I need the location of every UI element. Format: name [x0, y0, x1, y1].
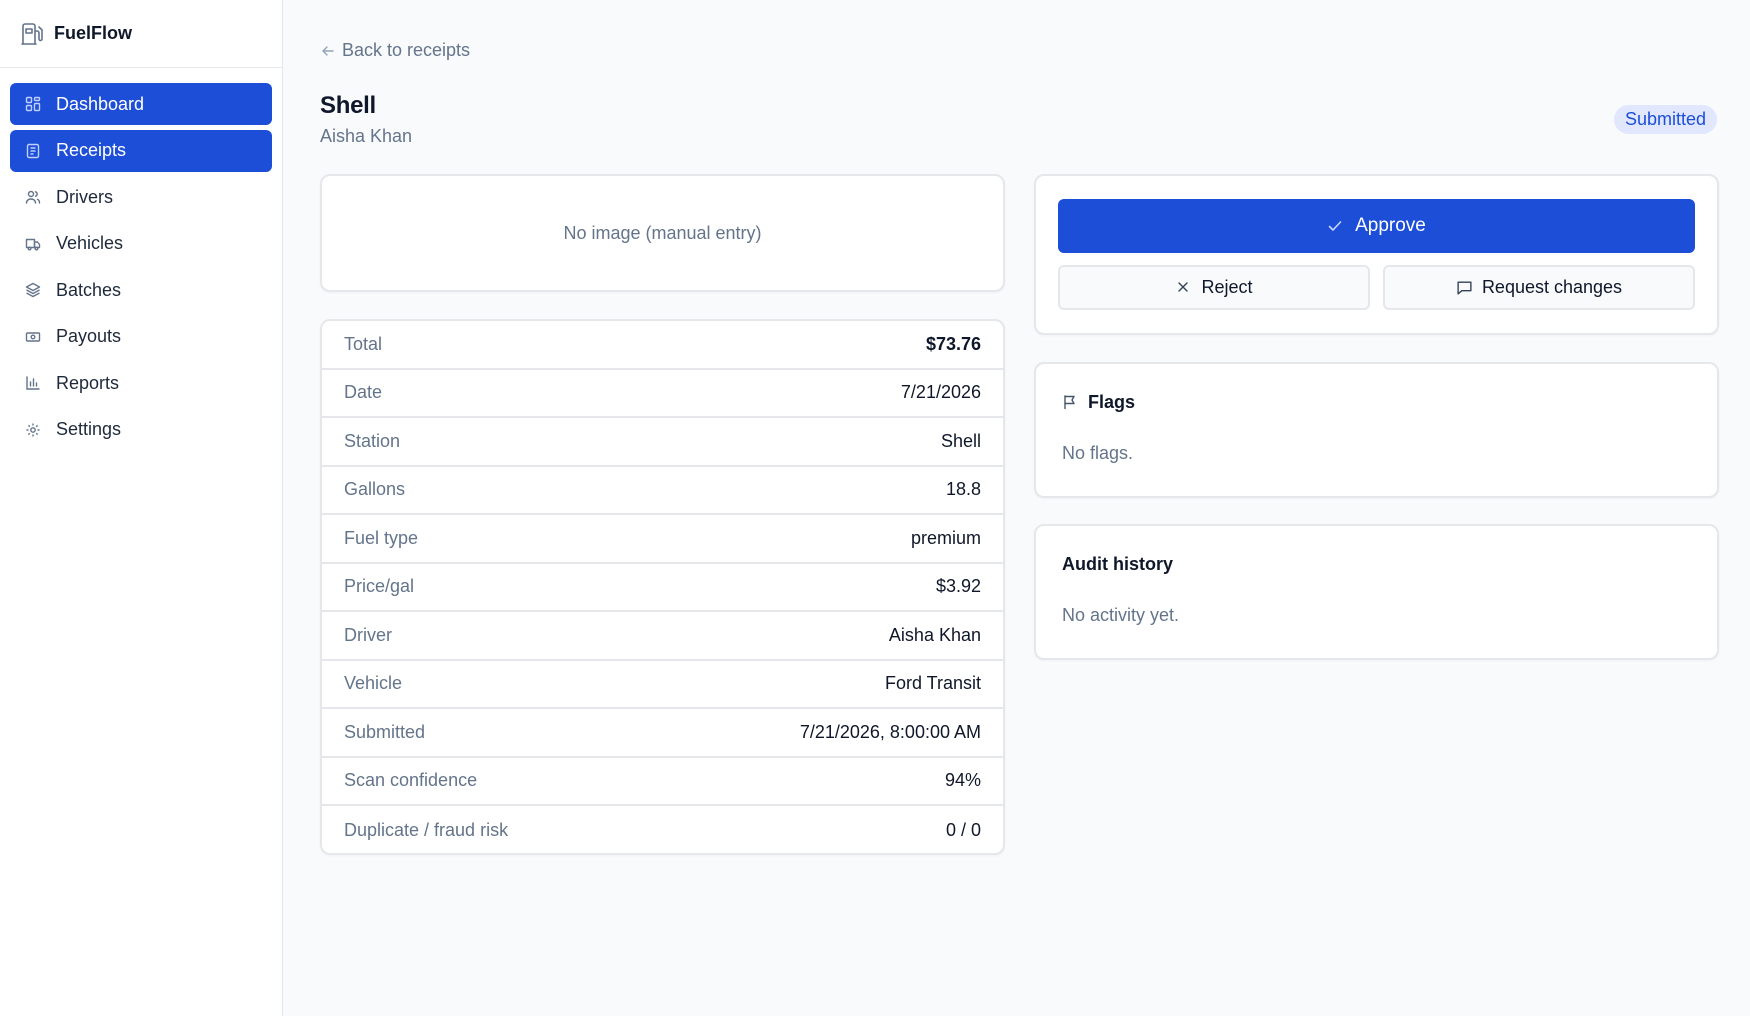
detail-value: $3.92	[935, 576, 981, 597]
request-changes-label: Request changes	[1481, 277, 1623, 297]
detail-value: Ford Transit	[884, 673, 981, 694]
detail-label: Price/gal	[344, 576, 415, 597]
gear-icon	[24, 421, 42, 439]
detail-label: Driver	[344, 624, 392, 645]
detail-label: Fuel type	[344, 527, 419, 548]
detail-label: Total	[344, 333, 383, 354]
receipt-icon	[24, 142, 42, 160]
image-placeholder-text: No image (manual entry)	[563, 222, 762, 243]
detail-row-vehicle: Vehicle Ford Transit	[322, 661, 1003, 709]
secondary-actions: Reject Request changes	[1058, 265, 1695, 310]
flags-header: Flags	[1062, 392, 1691, 413]
detail-row-driver: Driver Aisha Khan	[322, 612, 1003, 661]
detail-label: Duplicate / fraud risk	[344, 819, 509, 840]
sidebar-item-dashboard[interactable]: Dashboard	[10, 83, 272, 125]
app-name: FuelFlow	[54, 23, 132, 43]
approve-button[interactable]: Approve	[1058, 199, 1695, 253]
detail-label: Date	[344, 382, 383, 403]
app-root: FuelFlow Dashboard Receipts Drivers Vehi…	[0, 0, 1750, 1016]
detail-value: 18.8	[945, 479, 981, 500]
close-icon	[1175, 279, 1192, 296]
detail-row-price-per-gallon: Price/gal $3.92	[322, 564, 1003, 612]
audit-history-title: Audit history	[1062, 554, 1173, 574]
back-link[interactable]: Back to receipts	[320, 40, 470, 61]
detail-value: $73.76	[925, 333, 981, 354]
reject-label: Reject	[1201, 277, 1253, 297]
page-title: Shell	[320, 92, 376, 119]
detail-row-total: Total $73.76	[322, 321, 1003, 370]
layers-icon	[24, 281, 42, 299]
detail-row-date: Date 7/21/2026	[322, 370, 1003, 418]
sidebar-item-vehicles[interactable]: Vehicles	[10, 223, 272, 265]
page-subtitle: Aisha Khan	[320, 126, 413, 146]
review-actions-card: Approve Reject Request changes	[1034, 174, 1719, 335]
sidebar-item-label: Settings	[56, 419, 122, 439]
back-link-label: Back to receipts	[342, 40, 471, 60]
sidebar-item-label: Payouts	[56, 326, 122, 346]
reject-button[interactable]: Reject	[1058, 265, 1370, 310]
flags-empty-text: No flags.	[1062, 443, 1134, 463]
sidebar-item-label: Reports	[56, 372, 120, 393]
detail-row-fuel-type: Fuel type premium	[322, 515, 1003, 564]
detail-value: 94%	[944, 770, 981, 791]
page-header: Shell Aisha Khan	[320, 92, 412, 147]
receipt-image-placeholder: No image (manual entry)	[320, 174, 1005, 292]
fuel-pump-icon	[20, 22, 44, 46]
sidebar-item-reports[interactable]: Reports	[10, 362, 272, 404]
detail-label: Station	[344, 430, 401, 451]
flags-card: Flags No flags.	[1034, 362, 1719, 498]
detail-value: 7/21/2026, 8:00:00 AM	[799, 721, 981, 742]
sidebar-item-label: Vehicles	[56, 233, 124, 253]
audit-history-card: Audit history No activity yet.	[1034, 524, 1719, 660]
sidebar: FuelFlow Dashboard Receipts Drivers Vehi…	[0, 0, 283, 1016]
main-content: Back to receipts Shell Aisha Khan Submit…	[283, 0, 1750, 1016]
audit-empty-text: No activity yet.	[1062, 605, 1180, 625]
detail-label: Scan confidence	[344, 770, 478, 791]
detail-value: 7/21/2026	[900, 382, 981, 403]
sidebar-item-label: Receipts	[56, 140, 127, 160]
sidebar-item-settings[interactable]: Settings	[10, 409, 272, 451]
bar-chart-icon	[24, 374, 42, 392]
sidebar-item-label: Dashboard	[56, 93, 145, 114]
detail-row-station: Station Shell	[322, 418, 1003, 467]
audit-history-header: Audit history	[1062, 554, 1691, 575]
sidebar-item-receipts[interactable]: Receipts	[10, 129, 272, 172]
status-badge: Submitted	[1613, 105, 1717, 134]
check-icon	[1327, 218, 1343, 234]
detail-value: Aisha Khan	[888, 624, 981, 645]
detail-value: Shell	[940, 430, 981, 451]
detail-value: 0 / 0	[945, 819, 981, 840]
sidebar-item-label: Batches	[56, 279, 122, 300]
detail-row-fraud-risk: Duplicate / fraud risk 0 / 0	[322, 806, 1003, 853]
detail-label: Gallons	[344, 479, 406, 500]
detail-row-scan-confidence: Scan confidence 94%	[322, 758, 1003, 806]
brand[interactable]: FuelFlow	[0, 0, 282, 68]
users-icon	[24, 188, 42, 206]
sidebar-item-label: Drivers	[56, 186, 113, 207]
receipt-details-table: Total $73.76 Date 7/21/2026 Station Shell G…	[320, 319, 1005, 855]
sidebar-item-drivers[interactable]: Drivers	[10, 176, 272, 218]
message-square-icon	[1456, 279, 1473, 296]
dashboard-icon	[24, 95, 42, 113]
flag-icon	[1062, 394, 1079, 411]
detail-row-gallons: Gallons 18.8	[322, 467, 1003, 515]
sidebar-nav: Dashboard Receipts Drivers Vehicles Batc…	[0, 68, 282, 470]
truck-icon	[24, 235, 42, 253]
sidebar-item-payouts[interactable]: Payouts	[10, 316, 272, 358]
approve-label: Approve	[1355, 215, 1426, 236]
detail-label: Vehicle	[344, 673, 403, 694]
arrow-left-icon	[320, 43, 336, 59]
flags-title: Flags	[1088, 392, 1136, 412]
detail-row-submitted: Submitted 7/21/2026, 8:00:00 AM	[322, 709, 1003, 758]
request-changes-button[interactable]: Request changes	[1383, 265, 1695, 310]
sidebar-item-batches[interactable]: Batches	[10, 269, 272, 311]
detail-label: Submitted	[344, 721, 426, 742]
detail-value: premium	[910, 527, 981, 548]
banknote-icon	[24, 328, 42, 346]
